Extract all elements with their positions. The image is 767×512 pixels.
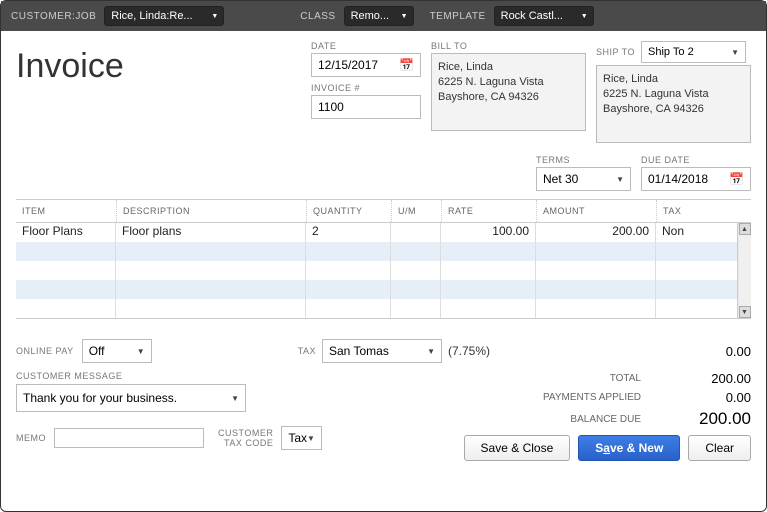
invoice-num-input[interactable] bbox=[311, 95, 421, 119]
tax-amount: 0.00 bbox=[651, 344, 751, 359]
scroll-up-icon[interactable]: ▲ bbox=[739, 223, 751, 235]
terms-select[interactable]: Net 30▼ bbox=[536, 167, 631, 191]
calendar-icon[interactable]: 📅 bbox=[729, 172, 744, 186]
cust-tax-code-label2: TAX CODE bbox=[218, 438, 273, 448]
chevron-down-icon: ▼ bbox=[731, 48, 739, 57]
balance-value: 200.00 bbox=[651, 409, 751, 429]
page-title: Invoice bbox=[16, 41, 301, 86]
customer-message-select[interactable]: Thank you for your business.▼ bbox=[16, 384, 246, 412]
scroll-down-icon[interactable]: ▼ bbox=[739, 306, 751, 318]
col-description: DESCRIPTION bbox=[116, 200, 306, 222]
col-tax: TAX bbox=[656, 200, 706, 222]
col-rate: RATE bbox=[441, 200, 536, 222]
ship-to-label: SHIP TO bbox=[596, 47, 635, 57]
payments-value: 0.00 bbox=[651, 390, 751, 405]
col-amount: AMOUNT bbox=[536, 200, 656, 222]
line-item-row[interactable] bbox=[16, 261, 737, 280]
payments-label: PAYMENTS APPLIED bbox=[521, 392, 651, 403]
table-scrollbar[interactable]: ▲ ▼ bbox=[737, 223, 751, 318]
ship-to-select[interactable]: Ship To 2▼ bbox=[641, 41, 746, 63]
tax-rate: (7.75%) bbox=[448, 344, 490, 358]
clear-button[interactable]: Clear bbox=[688, 435, 751, 461]
online-pay-select[interactable]: Off▼ bbox=[82, 339, 152, 363]
online-pay-label: ONLINE PAY bbox=[16, 346, 74, 356]
calendar-icon[interactable]: 📅 bbox=[399, 58, 414, 72]
chevron-down-icon: ▼ bbox=[137, 347, 145, 356]
top-toolbar: CUSTOMER:JOB Rice, Linda:Re... CLASS Rem… bbox=[1, 1, 766, 31]
customer-job-label: CUSTOMER:JOB bbox=[11, 11, 96, 22]
line-item-row[interactable] bbox=[16, 242, 737, 261]
customer-message-label: CUSTOMER MESSAGE bbox=[16, 371, 276, 381]
col-um: U/M bbox=[391, 200, 441, 222]
total-label: TOTAL bbox=[521, 373, 651, 384]
col-quantity: QUANTITY bbox=[306, 200, 391, 222]
balance-label: BALANCE DUE bbox=[521, 414, 651, 425]
save-new-button[interactable]: Save & New bbox=[578, 435, 680, 461]
invoice-num-label: INVOICE # bbox=[311, 83, 421, 93]
class-label: CLASS bbox=[300, 11, 335, 22]
template-label: TEMPLATE bbox=[430, 11, 486, 22]
terms-label: TERMS bbox=[536, 155, 631, 165]
tax-label: TAX bbox=[286, 346, 316, 356]
chevron-down-icon: ▼ bbox=[427, 347, 435, 356]
line-item-row[interactable]: Floor Plans Floor plans 2 100.00 200.00 … bbox=[16, 223, 737, 242]
ship-to-address[interactable]: Rice, Linda 6225 N. Laguna Vista Bayshor… bbox=[596, 65, 751, 143]
save-close-button[interactable]: Save & Close bbox=[464, 435, 571, 461]
line-items-body: Floor Plans Floor plans 2 100.00 200.00 … bbox=[16, 223, 751, 319]
due-date-input[interactable]: 01/14/2018 📅 bbox=[641, 167, 751, 191]
total-value: 200.00 bbox=[651, 371, 751, 386]
memo-input[interactable] bbox=[54, 428, 204, 448]
chevron-down-icon: ▼ bbox=[231, 394, 239, 403]
memo-label: MEMO bbox=[16, 433, 46, 443]
date-input[interactable]: 12/15/2017 📅 bbox=[311, 53, 421, 77]
due-date-label: DUE DATE bbox=[641, 155, 751, 165]
line-item-row[interactable] bbox=[16, 280, 737, 299]
cust-tax-code-label: CUSTOMER bbox=[218, 428, 273, 438]
col-item: ITEM bbox=[16, 200, 116, 222]
customer-job-select[interactable]: Rice, Linda:Re... bbox=[104, 6, 224, 26]
line-items-header: ITEM DESCRIPTION QUANTITY U/M RATE AMOUN… bbox=[16, 199, 751, 223]
bill-to-label: BILL TO bbox=[431, 41, 586, 51]
date-label: DATE bbox=[311, 41, 421, 51]
bill-to-address[interactable]: Rice, Linda 6225 N. Laguna Vista Bayshor… bbox=[431, 53, 586, 131]
line-item-row[interactable] bbox=[16, 299, 737, 318]
tax-item-select[interactable]: San Tomas▼ bbox=[322, 339, 442, 363]
class-select[interactable]: Remo... bbox=[344, 6, 414, 26]
chevron-down-icon: ▼ bbox=[616, 175, 624, 184]
template-select[interactable]: Rock Castl... bbox=[494, 6, 594, 26]
